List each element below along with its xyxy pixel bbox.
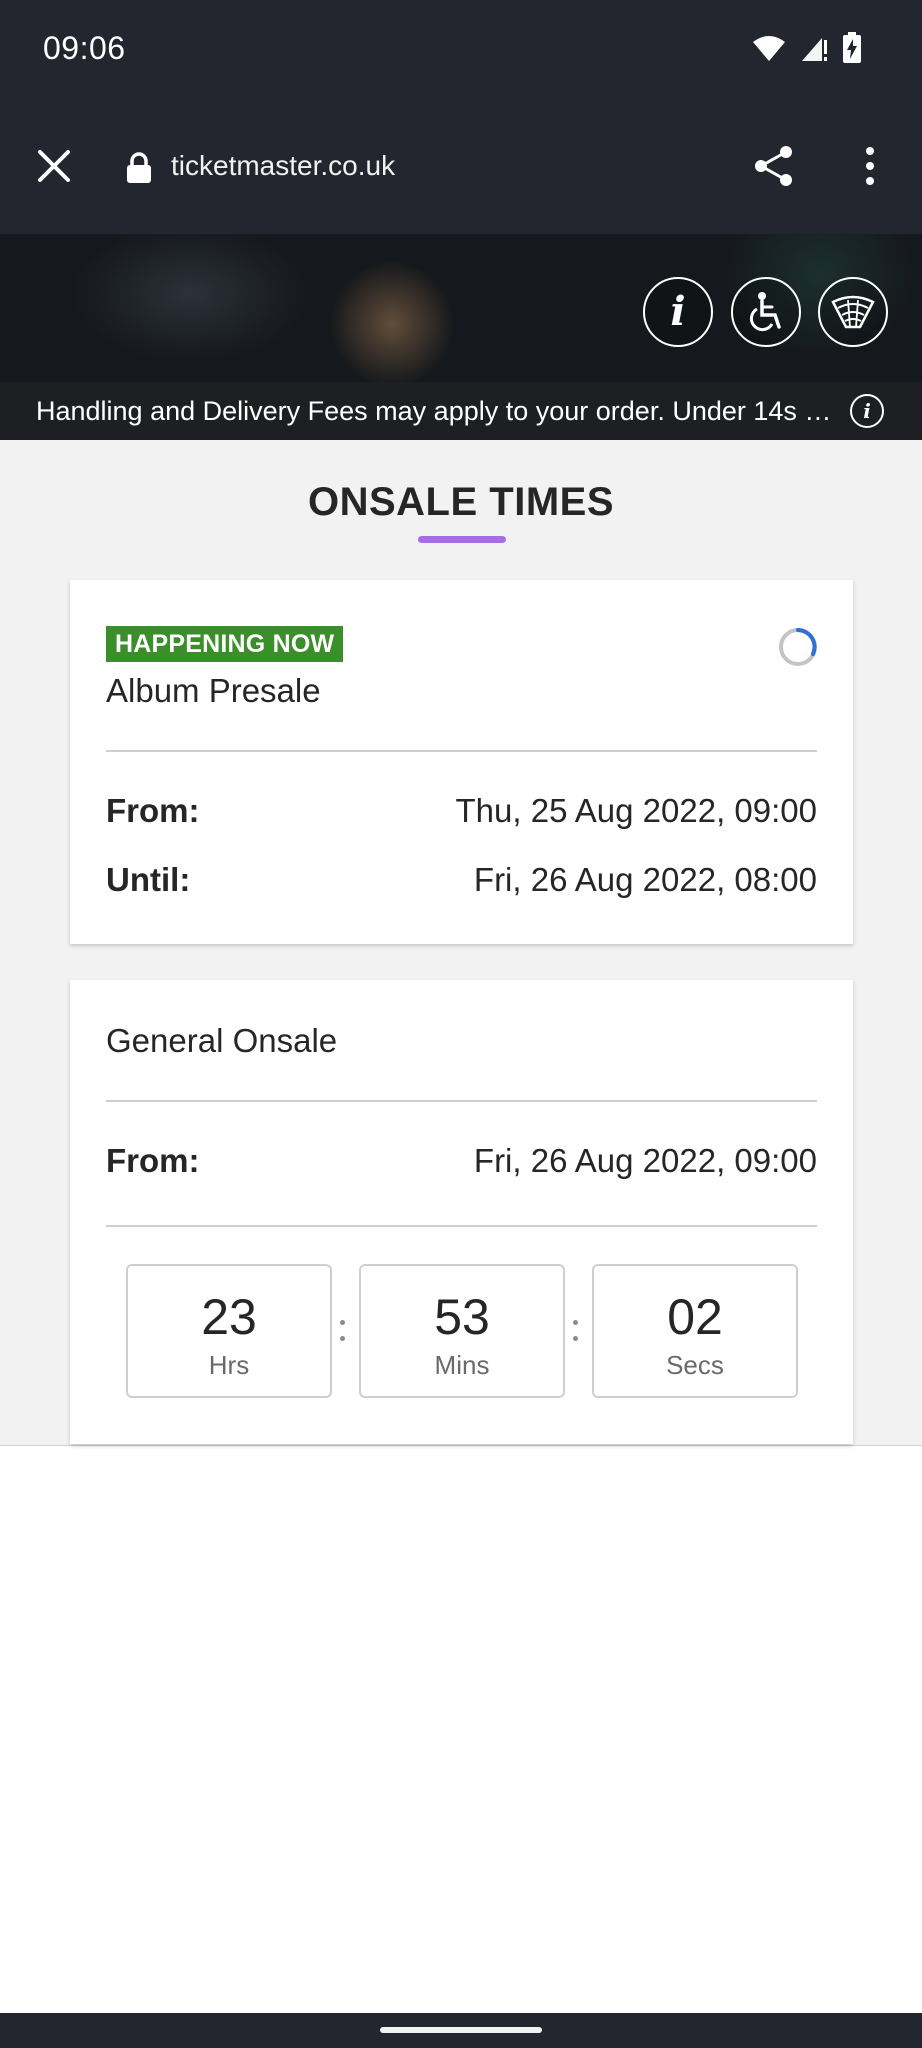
minutes-value: 53: [434, 1289, 490, 1345]
loading-spinner-icon: [779, 628, 817, 666]
colon-separator: [337, 1316, 347, 1346]
countdown-seconds: 02 Secs: [592, 1264, 798, 1398]
share-icon: [755, 146, 792, 186]
countdown-timer: 23 Hrs 53 Mins 02 Secs: [126, 1264, 798, 1398]
home-gesture-handle[interactable]: [380, 2027, 542, 2033]
divider: [106, 750, 817, 752]
countdown-minutes: 53 Mins: [359, 1264, 565, 1398]
countdown-hours: 23 Hrs: [126, 1264, 332, 1398]
close-button[interactable]: [28, 140, 80, 192]
presale-from-value: Thu, 25 Aug 2022, 09:00: [455, 792, 817, 829]
signal-icon: [800, 34, 828, 67]
general-onsale-card: General Onsale From: Fri, 26 Aug 2022, 0…: [70, 980, 853, 1444]
from-label: From:: [106, 1142, 200, 1179]
hours-label: Hrs: [208, 1350, 250, 1380]
title-underline: [418, 536, 506, 543]
divider: [106, 1100, 817, 1102]
url-text[interactable]: ticketmaster.co.uk: [171, 150, 395, 182]
general-from-value: Fri, 26 Aug 2022, 09:00: [473, 1142, 817, 1179]
info-button[interactable]: i: [643, 277, 713, 347]
close-icon: [38, 150, 70, 182]
general-onsale-name: General Onsale: [106, 1022, 338, 1059]
fees-info-icon[interactable]: i: [850, 394, 884, 428]
more-vert-icon: [866, 147, 874, 185]
accessibility-button[interactable]: [731, 277, 801, 347]
seat-map-button[interactable]: [818, 277, 888, 347]
battery-charging-icon: [842, 32, 862, 69]
onsale-times-section: ONSALE TIMES HAPPENING NOW Album Presale…: [0, 440, 922, 1446]
section-title: ONSALE TIMES: [307, 480, 615, 524]
status-bar: 09:06: [0, 0, 922, 100]
fees-notice-text: Handling and Delivery Fees may apply to …: [36, 396, 836, 426]
minutes-label: Mins: [434, 1350, 490, 1380]
happening-now-badge: HAPPENING NOW: [106, 626, 344, 662]
until-label: Until:: [106, 861, 191, 898]
event-hero-image: i: [0, 234, 922, 382]
system-navigation-bar: [0, 2013, 922, 2048]
seconds-label: Secs: [666, 1350, 724, 1380]
album-presale-card: HAPPENING NOW Album Presale From: Thu, 2…: [70, 580, 853, 944]
more-options-button[interactable]: [850, 140, 890, 192]
colon-separator: [570, 1316, 580, 1346]
lock-icon: [126, 152, 152, 189]
from-label: From:: [106, 792, 200, 829]
divider: [106, 1225, 817, 1227]
fees-notice-banner[interactable]: Handling and Delivery Fees may apply to …: [0, 382, 922, 440]
accessibility-icon: [749, 292, 781, 332]
info-icon: i: [670, 288, 686, 335]
wifi-icon: [752, 34, 786, 67]
seat-map-icon: [831, 295, 875, 329]
share-button[interactable]: [748, 140, 800, 192]
status-time: 09:06: [43, 30, 126, 66]
browser-toolbar: ticketmaster.co.uk: [0, 100, 922, 234]
system-icons: [752, 32, 862, 69]
presale-until-value: Fri, 26 Aug 2022, 08:00: [473, 861, 817, 898]
hours-value: 23: [201, 1289, 257, 1345]
presale-name: Album Presale: [106, 672, 321, 709]
seconds-value: 02: [667, 1289, 723, 1345]
